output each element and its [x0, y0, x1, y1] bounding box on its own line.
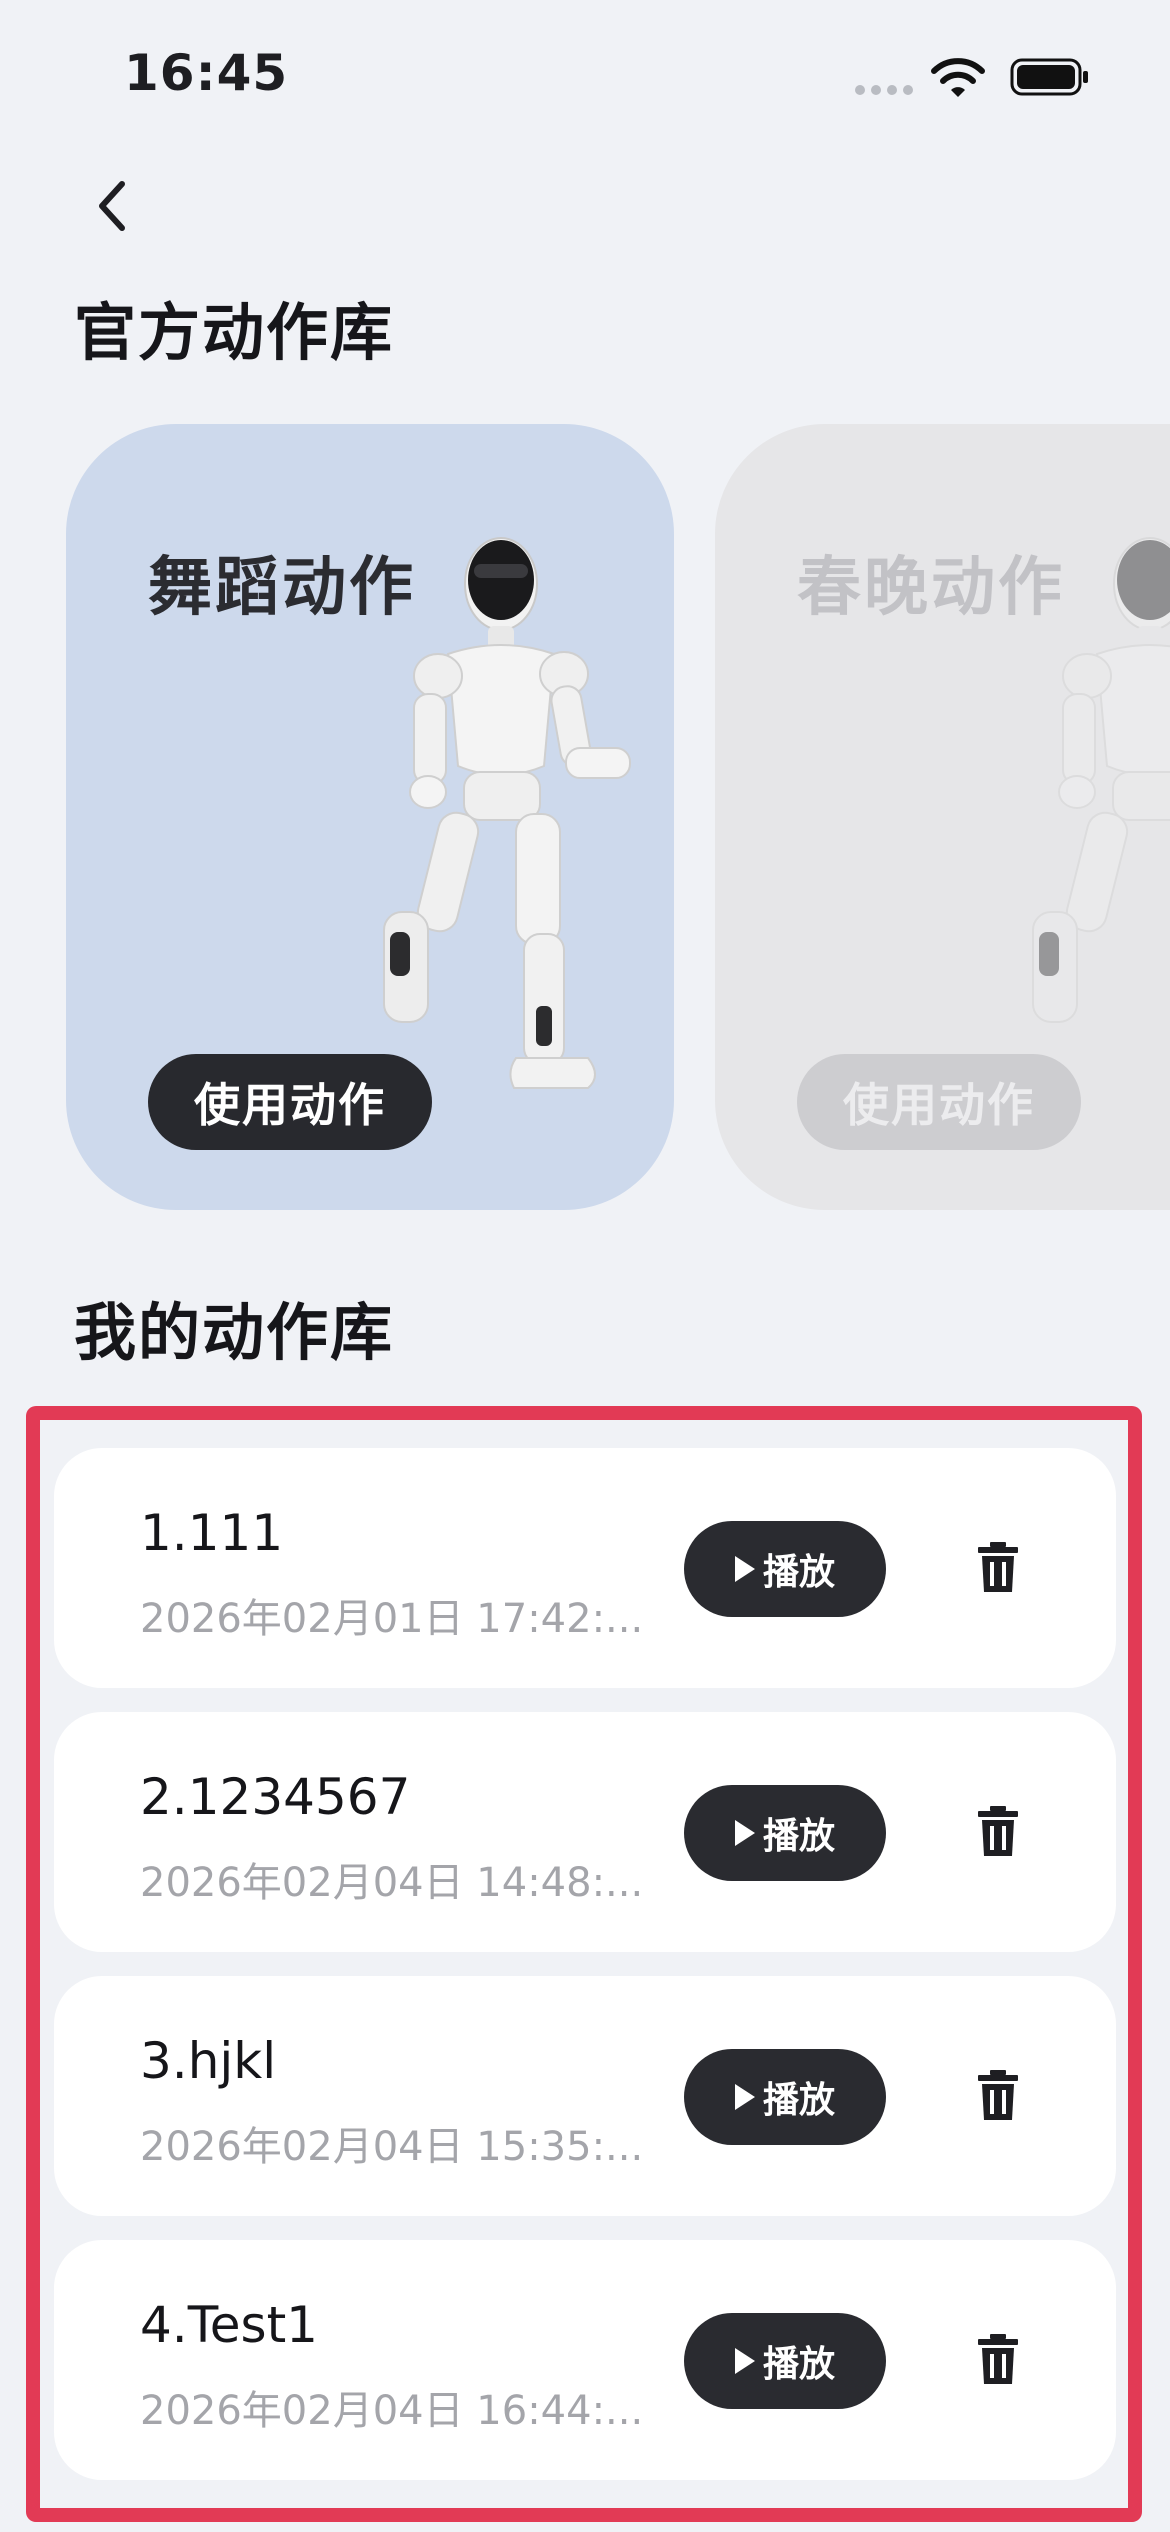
motion-name: 2.1234567	[140, 1768, 411, 1826]
play-button[interactable]: 播放	[684, 1521, 886, 1617]
official-card-spring-gala[interactable]: 春晚动作 使用动作	[715, 424, 1170, 1210]
play-icon	[734, 2348, 755, 2374]
status-time: 16:45	[124, 44, 289, 102]
motion-time: 2026年02月04日 14:48:...	[140, 1860, 644, 1906]
wifi-icon	[931, 58, 985, 97]
play-button[interactable]: 播放	[684, 2049, 886, 2145]
play-label: 播放	[762, 2080, 835, 2121]
play-label: 播放	[762, 1816, 835, 1857]
play-button[interactable]: 播放	[684, 2313, 886, 2409]
list-item[interactable]: 2.1234567 2026年02月04日 14:48:... 播放	[54, 1712, 1116, 1952]
battery-icon	[1010, 58, 1088, 96]
motion-time: 2026年02月04日 15:35:...	[140, 2124, 644, 2170]
motion-time: 2026年02月04日 16:44:...	[140, 2388, 644, 2434]
trash-icon	[978, 2070, 1018, 2120]
list-item[interactable]: 4.Test1 2026年02月04日 16:44:... 播放	[54, 2240, 1116, 2480]
cellular-signal-icon	[855, 85, 913, 95]
motion-time: 2026年02月01日 17:42:...	[140, 1596, 644, 1642]
official-library-title: 官方动作库	[74, 296, 395, 369]
delete-button[interactable]	[966, 1536, 1030, 1600]
official-card-dance[interactable]: 舞蹈动作 使用动作	[66, 424, 674, 1210]
back-button[interactable]	[82, 176, 142, 236]
delete-button[interactable]	[966, 2328, 1030, 2392]
play-label: 播放	[762, 2344, 835, 2385]
motion-name: 1.111	[140, 1504, 284, 1562]
robot-image	[1032, 537, 1170, 1023]
motion-name: 3.hjkl	[140, 2032, 277, 2090]
use-motion-button[interactable]: 使用动作	[797, 1054, 1081, 1150]
list-item[interactable]: 3.hjkl 2026年02月04日 15:35:... 播放	[54, 1976, 1116, 2216]
trash-icon	[978, 1806, 1018, 1856]
play-icon	[734, 1820, 755, 1846]
chevron-left-icon	[99, 181, 125, 231]
play-button[interactable]: 播放	[684, 1785, 886, 1881]
delete-button[interactable]	[966, 2064, 1030, 2128]
trash-icon	[978, 2334, 1018, 2384]
status-bar: 16:45	[0, 0, 1170, 150]
trash-icon	[978, 1542, 1018, 1592]
play-icon	[734, 2084, 755, 2110]
motion-name: 4.Test1	[140, 2296, 318, 2354]
delete-button[interactable]	[966, 1800, 1030, 1864]
motion-library-screen: 16:45 官方动作库 舞蹈动作 使用动作 春晚动作 使用动作 我的动作库 1.…	[0, 0, 1170, 2532]
use-motion-button[interactable]: 使用动作	[148, 1054, 432, 1150]
play-label: 播放	[762, 1552, 835, 1593]
robot-image	[383, 537, 631, 1089]
play-icon	[734, 1556, 755, 1582]
my-library-title: 我的动作库	[74, 1296, 395, 1369]
list-item[interactable]: 1.111 2026年02月01日 17:42:... 播放	[54, 1448, 1116, 1688]
